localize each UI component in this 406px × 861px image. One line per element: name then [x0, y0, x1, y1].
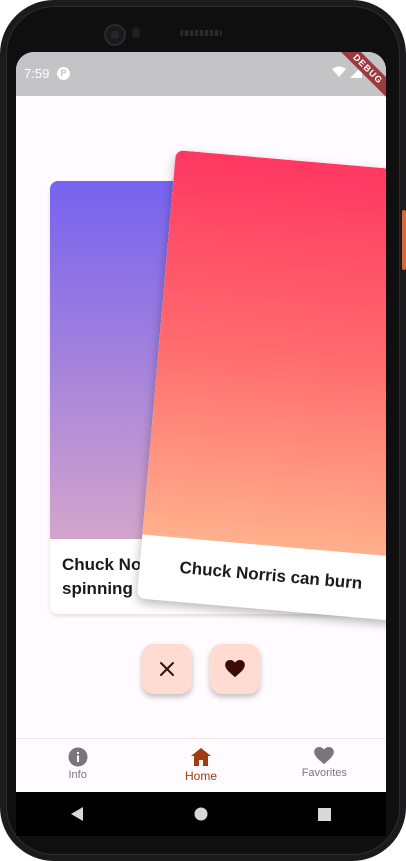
heart-icon	[225, 660, 245, 678]
proximity-sensor	[132, 28, 140, 38]
dislike-button[interactable]	[142, 644, 192, 694]
recents-icon[interactable]	[318, 807, 332, 821]
front-camera	[104, 24, 126, 46]
home-icon	[190, 748, 211, 766]
heart-icon	[314, 747, 335, 765]
card-gradient-image	[142, 150, 386, 563]
nav-item-favorites[interactable]: Favorites	[263, 739, 386, 792]
nav-label-info: Info	[68, 769, 87, 781]
close-icon	[160, 662, 174, 676]
earpiece-speaker	[180, 30, 222, 36]
nav-label-home: Home	[184, 769, 217, 783]
home-circle-icon[interactable]	[194, 807, 208, 821]
power-button[interactable]	[402, 210, 406, 270]
like-button[interactable]	[210, 644, 260, 694]
nav-item-info[interactable]: Info	[16, 739, 139, 792]
status-bar: 7:59 P DEBUG	[16, 52, 386, 103]
notification-app-icon: P	[57, 67, 70, 80]
joke-card-front[interactable]: Chuck Norris can burn	[136, 150, 386, 627]
app-screen: 7:59 P DEBUG Chuck Norris spinning rims …	[16, 52, 386, 792]
bottom-navigation: Info Home Favorites	[16, 738, 386, 792]
nav-item-home[interactable]: Home	[139, 739, 262, 792]
back-icon[interactable]	[70, 807, 85, 821]
card-caption: Chuck Norris can burn	[178, 557, 364, 593]
nav-label-favorites: Favorites	[301, 767, 347, 779]
wifi-icon	[332, 66, 346, 77]
device-frame: 7:59 P DEBUG Chuck Norris spinning rims …	[0, 0, 406, 861]
status-time: 7:59	[24, 66, 50, 81]
system-navigation-bar	[16, 792, 386, 836]
info-icon	[68, 747, 88, 767]
